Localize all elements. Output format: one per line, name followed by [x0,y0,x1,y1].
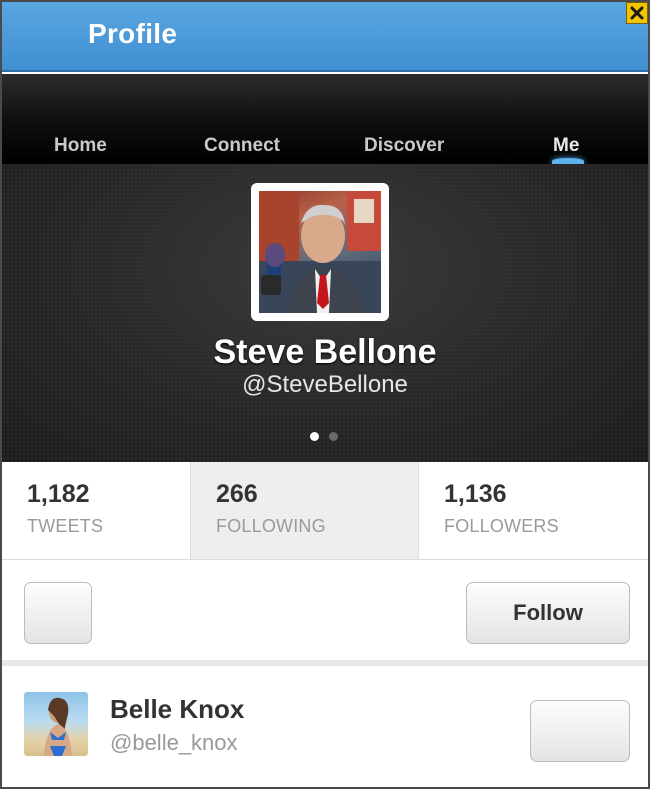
close-button[interactable] [626,2,648,24]
tab-discover[interactable]: Discover [364,135,444,157]
header-bar: Profile [2,2,648,72]
stat-following[interactable]: 266 FOLLOWING [190,462,419,559]
user-action-button[interactable] [530,700,630,762]
avatar-photo [259,191,381,313]
profile-window: Profile Home Connect Discover Me Steve B… [0,0,650,789]
tab-connect[interactable]: Connect [204,135,280,157]
stat-label: TWEETS [27,516,104,536]
stat-label: FOLLOWING [216,516,326,536]
person-photo-icon [44,697,72,756]
person-photo-icon [259,191,381,313]
avatar[interactable] [251,183,389,321]
profile-name: Steve Bellone [213,333,437,371]
tab-bar: Home Connect Discover Me [2,74,648,164]
stat-followers[interactable]: 1,136 FOLLOWERS [419,462,648,559]
user-avatar[interactable] [24,692,88,756]
profile-handle: @SteveBellone [242,371,408,398]
stat-label: FOLLOWERS [444,516,559,536]
action-row: Follow [2,560,648,666]
follow-button[interactable]: Follow [466,582,630,644]
user-name: Belle Knox [110,694,245,724]
page-title: Profile [88,18,178,49]
stat-value: 266 [216,480,258,508]
stat-value: 1,182 [27,480,90,508]
stat-tweets[interactable]: 1,182 TWEETS [2,462,190,559]
page-indicator[interactable] [310,432,338,441]
tab-home[interactable]: Home [54,135,107,157]
page-dot-active[interactable] [310,432,319,441]
list-item[interactable]: Belle Knox @belle_knox [2,672,648,787]
stat-value: 1,136 [444,480,507,508]
close-icon [630,6,644,20]
options-button[interactable] [24,582,92,644]
stats-bar: 1,182 TWEETS 266 FOLLOWING 1,136 FOLLOWE… [2,462,648,560]
user-handle: @belle_knox [110,730,238,755]
page-dot[interactable] [329,432,338,441]
tab-me[interactable]: Me [553,135,579,157]
profile-banner[interactable]: Steve Bellone @SteveBellone [2,164,648,462]
